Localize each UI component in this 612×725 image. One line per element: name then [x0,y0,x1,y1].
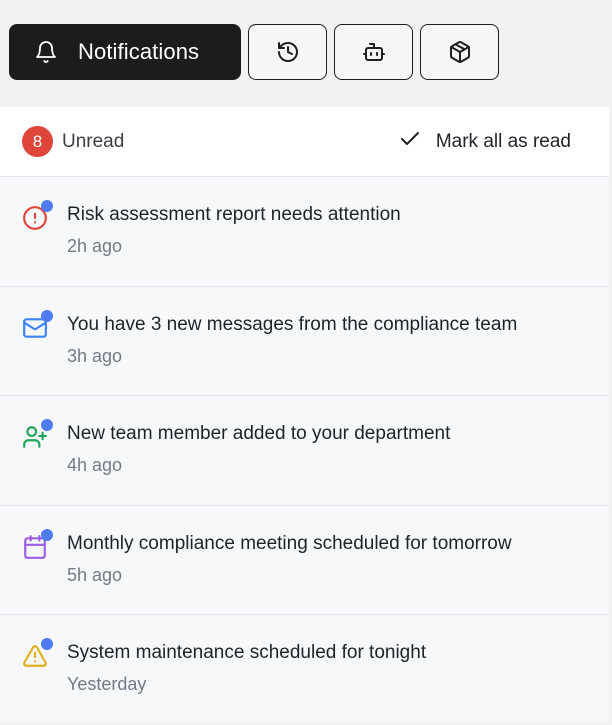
tab-bot[interactable] [334,24,413,80]
unread-count-badge: 8 [22,126,53,157]
notification-title: System maintenance scheduled for tonight [67,642,427,663]
notification-item[interactable]: System maintenance scheduled for tonight… [0,615,609,725]
tab-history[interactable] [248,24,327,80]
unread-summary: 8 Unread [22,126,124,157]
notification-item[interactable]: Monthly compliance meeting scheduled for… [0,506,609,615]
notification-item[interactable]: New team member added to your department… [0,396,609,506]
notification-title: Risk assessment report needs attention [67,204,401,225]
notification-time: 5h ago [67,564,123,585]
notification-time: Yesterday [67,674,147,694]
unread-label: Unread [62,130,125,152]
bell-icon [34,40,58,64]
notification-list: Risk assessment report needs attention 2… [0,177,609,725]
tab-notifications[interactable]: Notifications [9,24,241,80]
history-icon [276,40,300,64]
mark-all-read-button[interactable]: Mark all as read [398,127,571,157]
notifications-panel: 8 Unread Mark all as read Risk assessmen [0,107,609,722]
bot-icon [362,40,386,64]
unread-dot [41,638,53,650]
unread-dot [41,309,53,322]
notification-item[interactable]: You have 3 new messages from the complia… [0,287,609,396]
tab-package[interactable] [420,24,499,80]
notification-title: New team member added to your department [67,423,451,444]
notification-title: You have 3 new messages from the complia… [67,313,518,335]
notification-time: 4h ago [67,455,123,475]
tab-bar: Notifications [9,24,499,80]
mark-all-read-label: Mark all as read [435,130,571,152]
tab-notifications-label: Notifications [78,39,200,64]
notification-time: 3h ago [67,345,123,366]
notification-title: Monthly compliance meeting scheduled for… [67,532,512,554]
unread-dot [41,200,53,212]
notifications-header: 8 Unread Mark all as read [0,107,609,177]
notification-item[interactable]: Risk assessment report needs attention 2… [0,177,609,287]
unread-dot [41,419,53,431]
notification-time: 2h ago [67,236,123,256]
package-icon [448,40,472,64]
unread-dot [41,528,53,541]
check-icon [398,127,422,157]
